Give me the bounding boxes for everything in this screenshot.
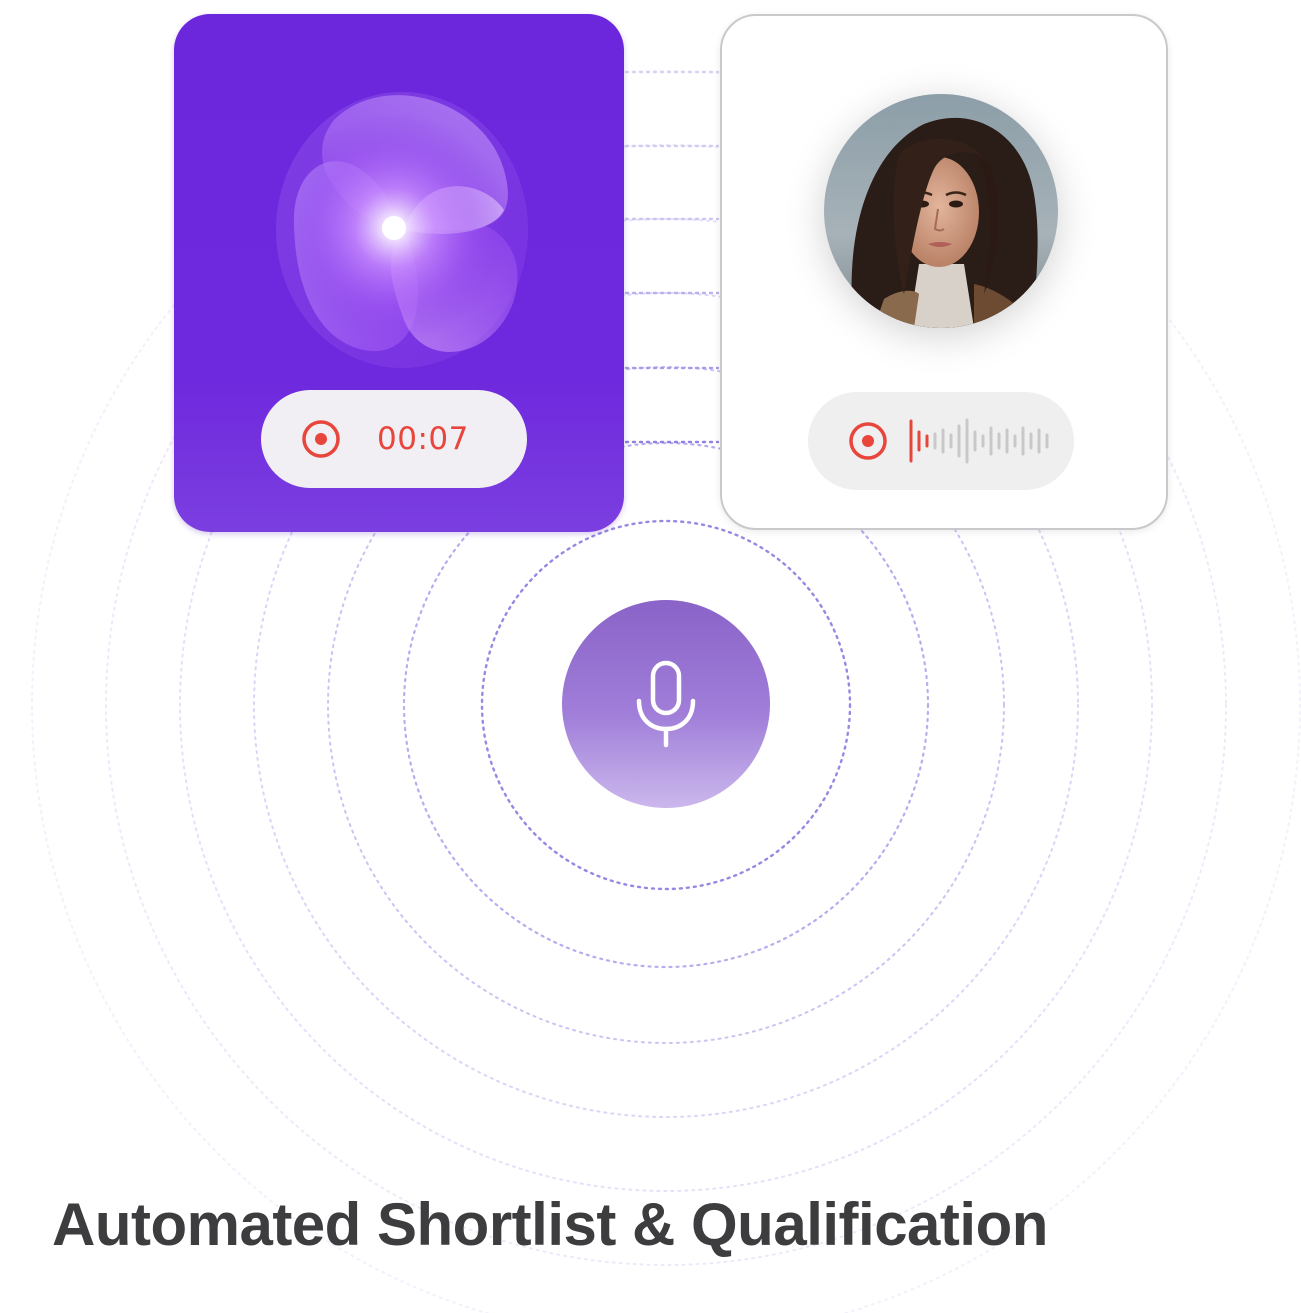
illustration-stage: 00:07 Automated Shortlist & Qualificatio… (0, 0, 1301, 1313)
ai-orb-icon (276, 92, 528, 368)
recording-timer: 00:07 (377, 421, 469, 457)
candidate-card (720, 14, 1168, 530)
recording-timer-pill[interactable]: 00:07 (261, 390, 527, 488)
avatar (824, 94, 1058, 328)
page-title: Automated Shortlist & Qualification (52, 1191, 1048, 1258)
waveform-icon (909, 418, 1049, 464)
microphone-button[interactable] (562, 600, 770, 808)
microphone-icon (636, 660, 696, 748)
record-icon (302, 420, 340, 458)
candidate-portrait-image (824, 94, 1058, 328)
ai-assistant-card: 00:07 (174, 14, 624, 532)
voice-waveform-pill[interactable] (808, 392, 1074, 490)
record-icon (849, 422, 887, 460)
